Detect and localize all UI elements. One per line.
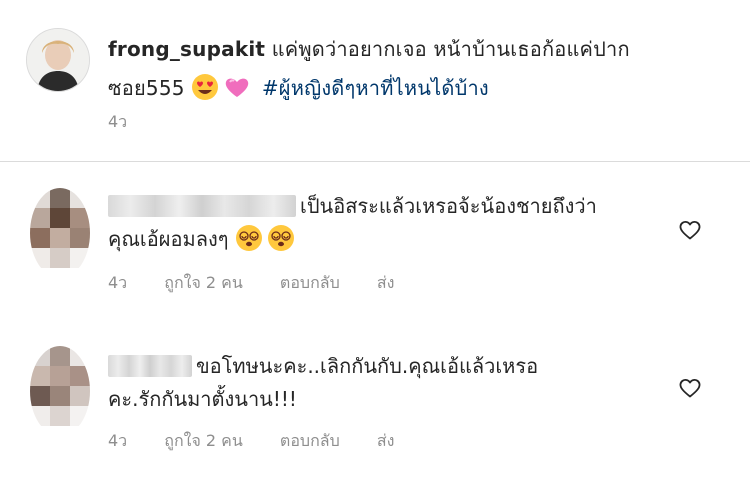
reply-button[interactable]: ตอบกลับ [280,273,340,292]
author-avatar[interactable] [26,28,90,92]
caption-timestamp: 4ว [108,112,128,131]
caption-divider [0,161,750,162]
comment-line-2: คะ.รักกันมาตั้งนาน!!! [108,387,297,411]
caption-line-2: ซอย555 [108,76,185,100]
caption-hashtag[interactable]: #ผู้หญิงดีๆหาที่ไหนได้บ้าง [262,76,489,100]
blurred-username[interactable] [108,355,192,377]
commenter-avatar[interactable] [30,346,90,436]
reply-button[interactable]: ตอบกลับ [280,431,340,450]
comment-timestamp: 4ว [108,431,128,450]
comment-timestamp: 4ว [108,273,128,292]
like-heart-icon[interactable] [678,376,702,400]
comment-line-1: เป็นอิสระแล้วเหรอจ้ะน้องชายถึงว่า [300,194,597,218]
dizzy-face-emoji-icon [267,225,294,251]
comment-meta: 4ว ถูกใจ 2 คน ตอบกลับ ส่ง [108,271,426,296]
send-button[interactable]: ส่ง [377,431,395,450]
caption-line-1: แค่พูดว่าอยากเจอ หน้าบ้านเธอก้อแค่ปาก [271,37,630,61]
dizzy-face-emoji-icon [235,225,262,251]
comment-likes-count[interactable]: ถูกใจ 2 คน [164,431,243,450]
comment-text: ขอโทษนะคะ..เลิกกันกับ.คุณเอ้แล้วเหรอ คะ.… [108,350,668,416]
author-username[interactable]: frong_supakit [108,37,265,61]
comment-meta: 4ว ถูกใจ 2 คน ตอบกลับ ส่ง [108,429,426,454]
comment-line-2: คุณเอ้ผอมลงๆ [108,227,229,251]
blurred-username[interactable] [108,195,296,217]
comment-line-1: ขอโทษนะคะ..เลิกกันกับ.คุณเอ้แล้วเหรอ [196,354,539,378]
caption-text: frong_supakit แค่พูดว่าอยากเจอ หน้าบ้านเ… [108,30,718,108]
send-button[interactable]: ส่ง [377,273,395,292]
like-heart-icon[interactable] [678,218,702,242]
heart-eyes-emoji-icon [192,74,219,100]
post-caption: frong_supakit แค่พูดว่าอยากเจอ หน้าบ้านเ… [0,0,750,162]
comment-text: เป็นอิสระแล้วเหรอจ้ะน้องชายถึงว่า คุณเอ้… [108,190,668,256]
commenter-avatar[interactable] [30,188,90,278]
comment-likes-count[interactable]: ถูกใจ 2 คน [164,273,243,292]
pink-heart-icon [226,78,249,97]
